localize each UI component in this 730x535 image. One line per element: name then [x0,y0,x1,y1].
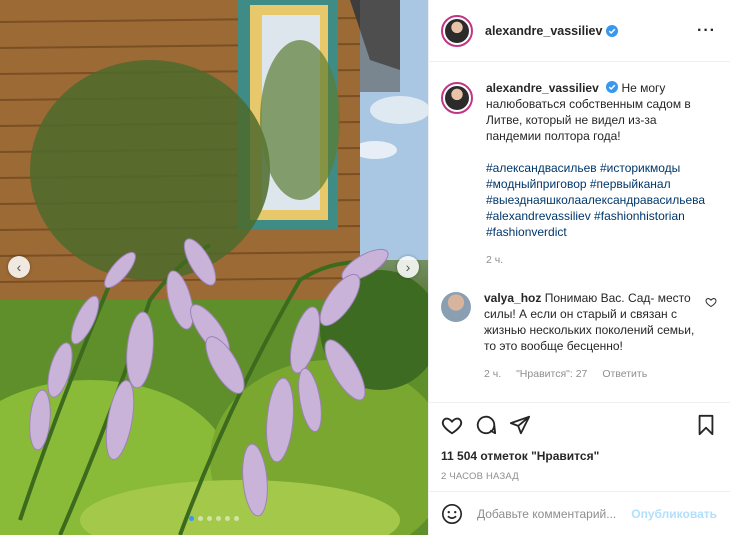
comment-text-block: valya_hoz Понимаю Вас. Сад- место силы! … [484,290,709,354]
carousel-dot [189,516,194,521]
publish-button[interactable]: Опубликовать [631,507,717,521]
post-photo[interactable]: ‹ › [0,0,428,535]
comment-item: valya_hoz Понимаю Вас. Сад- место силы! … [441,290,717,382]
post-dialog: ‹ › alexandre_vassiliev ··· alexandre_va… [0,0,730,535]
comment-time: 2 ч. [484,368,502,380]
carousel-dot [207,516,212,521]
comment-meta: 2 ч. "Нравится": 27 Ответить [484,366,709,382]
carousel-dot [225,516,230,521]
comment-composer: Опубликовать [429,491,730,535]
chevron-right-icon: › [405,259,411,275]
verified-badge-icon [606,81,619,93]
likes-count[interactable]: 11 504 отметок "Нравится" [441,449,717,463]
caption-entry: alexandre_vassiliev Не могу налюбоваться… [441,80,717,268]
caption-hashtags[interactable]: #александвасильев #историкмоды #модныйпр… [486,160,711,240]
post-header: alexandre_vassiliev ··· [429,0,730,62]
chevron-left-icon: ‹ [16,259,22,275]
caption-meta: 2 ч. [486,252,711,268]
post-actions: 11 504 отметок "Нравится" 2 ЧАСОВ НАЗАД [429,402,730,482]
comment-username[interactable]: valya_hoz [484,291,541,305]
post-timestamp: 2 ЧАСОВ НАЗАД [441,471,519,482]
comment-like-heart-icon[interactable] [705,296,717,308]
comments-list[interactable]: alexandre_vassiliev Не могу налюбоваться… [429,62,730,402]
carousel-dot [234,516,239,521]
garden-photo-image [0,0,428,535]
caption-username[interactable]: alexandre_vassiliev [486,81,599,95]
reply-button[interactable]: Ответить [602,368,647,380]
comment-input[interactable] [477,506,627,521]
previous-slide-button[interactable]: ‹ [8,256,30,278]
post-side-panel: alexandre_vassiliev ··· alexandre_vassil… [428,0,730,535]
commenter-avatar[interactable] [441,292,471,322]
comment-likes[interactable]: "Нравится": 27 [516,368,587,380]
caption-time: 2 ч. [486,254,504,266]
more-options-icon[interactable]: ··· [697,22,716,40]
verified-badge-icon [606,24,619,37]
carousel-dot [198,516,203,521]
caption-text-block: alexandre_vassiliev Не могу налюбоваться… [486,80,711,144]
share-icon[interactable] [509,414,531,436]
author-username[interactable]: alexandre_vassiliev [485,24,602,38]
carousel-dot [216,516,221,521]
comment-icon[interactable] [475,414,497,436]
author-avatar[interactable] [441,14,473,47]
heart-icon[interactable] [441,414,463,436]
carousel-indicator [0,516,428,521]
author-avatar[interactable] [441,82,473,114]
next-slide-button[interactable]: › [397,256,419,278]
bookmark-icon[interactable] [695,414,717,436]
emoji-icon[interactable] [441,503,463,525]
